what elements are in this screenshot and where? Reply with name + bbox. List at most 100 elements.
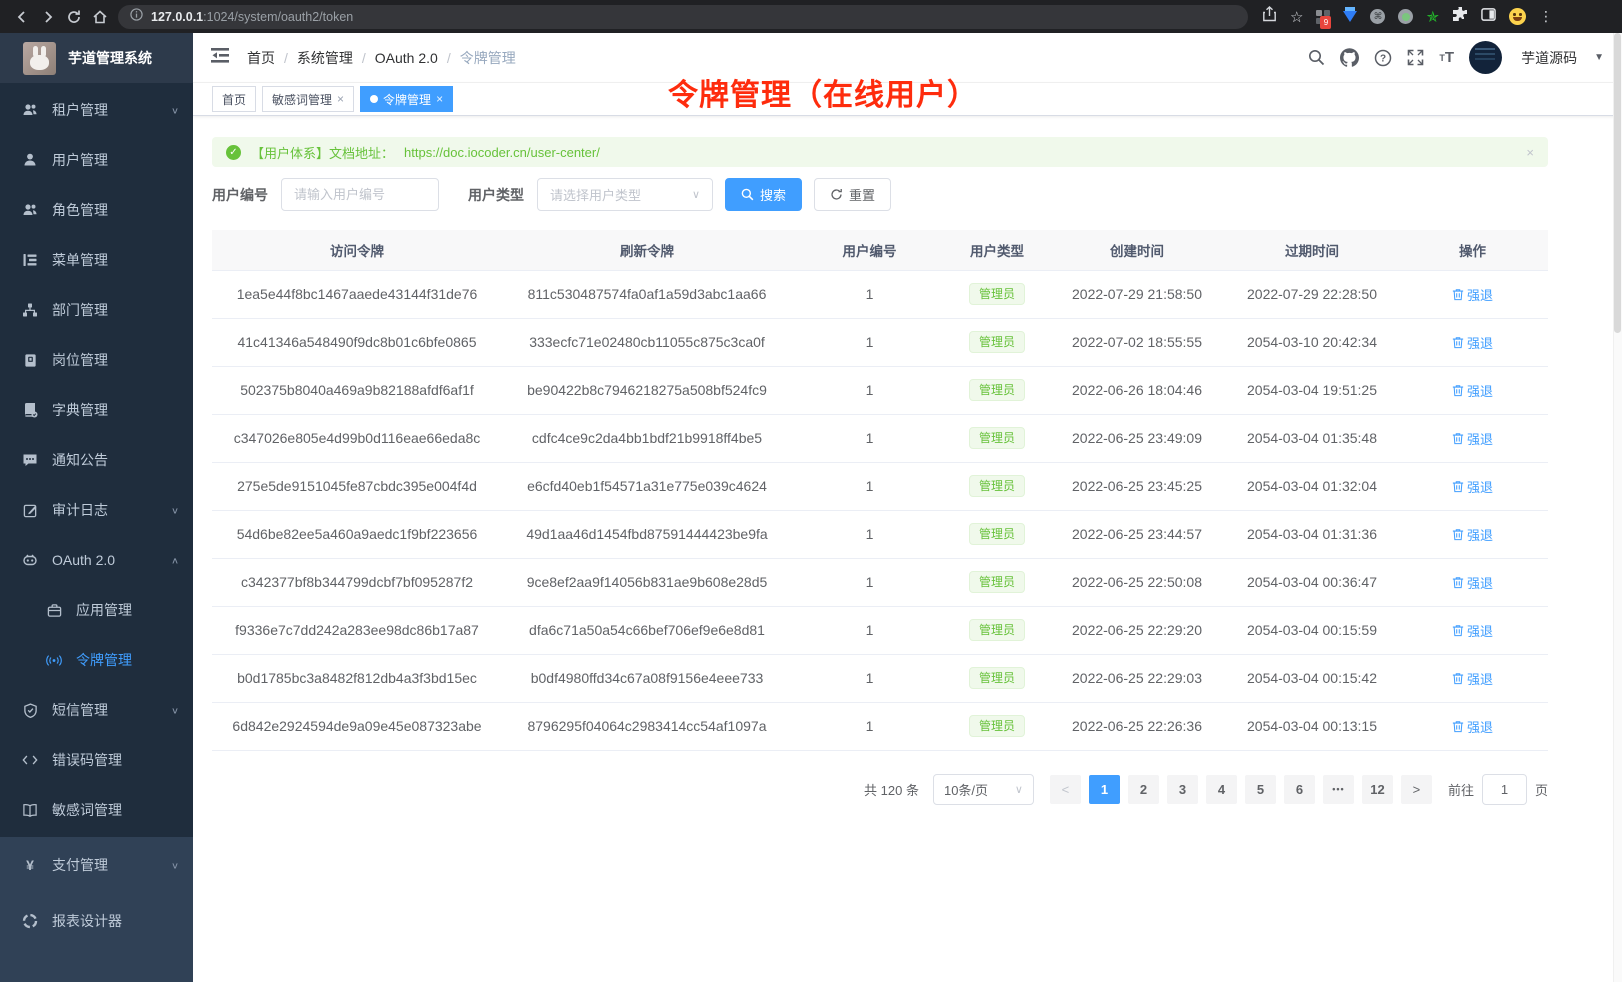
gem-extension-icon[interactable] — [1343, 11, 1357, 22]
success-check-icon: ✓ — [226, 145, 241, 160]
chevron-down-icon: ∨ — [1015, 783, 1023, 796]
chevron-down-icon: ∨ — [692, 188, 700, 201]
sidebar-item-dept[interactable]: 部门管理 — [0, 285, 193, 335]
col-created: 创建时间 — [1047, 230, 1227, 270]
app-logo-band[interactable]: 芋道管理系统 — [0, 33, 193, 83]
goto-page-input[interactable] — [1482, 774, 1527, 805]
user-caret-down-icon[interactable]: ▼ — [1594, 52, 1604, 63]
sidebar-item-role[interactable]: 角色管理 — [0, 185, 193, 235]
back-icon[interactable] — [14, 9, 30, 25]
user-id-input[interactable] — [281, 178, 439, 211]
sidebar-item-dict[interactable]: 字典管理 — [0, 385, 193, 435]
sidebar-item-label: 用户管理 — [52, 150, 108, 170]
address-bar[interactable]: 127.0.0.1:1024/system/oauth2/token — [118, 5, 1248, 29]
force-logout-button[interactable]: 强退 — [1452, 525, 1493, 544]
page-button-3[interactable]: 3 — [1167, 775, 1198, 804]
sidebar-item-pay[interactable]: ¥ 支付管理 ∨ — [0, 837, 193, 893]
page-button-2[interactable]: 2 — [1128, 775, 1159, 804]
doc-link[interactable]: https://doc.iocoder.cn/user-center/ — [404, 145, 600, 160]
sidebar-item-sms[interactable]: 短信管理 ∨ — [0, 685, 193, 735]
sidebar-item-oauth-token[interactable]: 令牌管理 — [0, 635, 193, 685]
page-button-12[interactable]: 12 — [1362, 775, 1393, 804]
username[interactable]: 芋道源码 — [1521, 48, 1577, 68]
page-button-6[interactable]: 6 — [1284, 775, 1315, 804]
sidebar-item-error-code[interactable]: 错误码管理 — [0, 735, 193, 785]
search-icon[interactable] — [1308, 49, 1325, 66]
menu-kebab-icon[interactable]: ⋮ — [1539, 8, 1553, 25]
close-icon[interactable]: × — [436, 92, 443, 106]
sidebar-item-post[interactable]: 岗位管理 — [0, 335, 193, 385]
user-avatar[interactable] — [1469, 41, 1502, 74]
user-type-select[interactable]: 请选择用户类型 ∨ — [537, 178, 713, 211]
force-logout-button[interactable]: 强退 — [1452, 285, 1493, 304]
post-badge-icon — [22, 352, 38, 368]
tab-home[interactable]: 首页 — [212, 86, 256, 112]
breadcrumb-oauth[interactable]: OAuth 2.0 — [375, 50, 438, 66]
breadcrumb-home[interactable]: 首页 — [247, 48, 275, 68]
puzzle-extensions-icon[interactable] — [1452, 6, 1468, 27]
recorder-extension-icon[interactable] — [1398, 9, 1413, 24]
sidebar-item-sensitive-word[interactable]: 敏感词管理 — [0, 785, 193, 835]
force-logout-button[interactable]: 强退 — [1452, 333, 1493, 352]
sidebar-item-report-designer[interactable]: 报表设计器 — [0, 893, 193, 949]
home-icon[interactable] — [92, 9, 108, 25]
bookmark-star-icon[interactable]: ☆ — [1290, 8, 1303, 26]
user-type-badge: 管理员 — [969, 331, 1025, 353]
tab-token[interactable]: 令牌管理× — [360, 86, 453, 112]
force-logout-button[interactable]: 强退 — [1452, 477, 1493, 496]
extension-grid-icon[interactable]: 9 — [1316, 10, 1330, 24]
help-icon[interactable]: ? — [1374, 49, 1392, 67]
share-icon[interactable] — [1262, 6, 1277, 27]
force-logout-button[interactable]: 强退 — [1452, 717, 1493, 736]
next-page-button[interactable]: > — [1401, 775, 1432, 804]
tab-sensitive-word[interactable]: 敏感词管理× — [262, 86, 354, 112]
sidebar-item-user[interactable]: 用户管理 — [0, 135, 193, 185]
col-user-type: 用户类型 — [947, 230, 1047, 270]
green-star-extension-icon[interactable]: ✯ — [1426, 8, 1439, 26]
breadcrumb-system[interactable]: 系统管理 — [297, 48, 353, 68]
sidebar-item-label: 通知公告 — [52, 450, 108, 470]
search-button[interactable]: 搜索 — [725, 178, 802, 211]
page-size-select[interactable]: 10条/页 ∨ — [933, 774, 1034, 805]
fullscreen-icon[interactable] — [1407, 49, 1424, 66]
dictionary-book-icon — [22, 402, 38, 418]
page-scrollbar[interactable] — [1613, 33, 1622, 982]
chevron-down-icon: ∨ — [171, 860, 179, 870]
reset-button[interactable]: 重置 — [814, 178, 891, 211]
alert-close-icon[interactable]: × — [1526, 145, 1534, 160]
table-header-row: 访问令牌 刷新令牌 用户编号 用户类型 创建时间 过期时间 操作 — [212, 230, 1548, 270]
side-panel-icon[interactable] — [1481, 7, 1496, 27]
command-extension-icon[interactable]: ⌘ — [1370, 9, 1385, 24]
user-icon — [22, 152, 38, 168]
sidebar-item-oauth-apps[interactable]: 应用管理 — [0, 585, 193, 635]
goto-unit: 页 — [1535, 780, 1548, 799]
sidebar-item-tenant[interactable]: 租户管理 ∨ — [0, 85, 193, 135]
profile-avatar-icon[interactable] — [1509, 8, 1526, 25]
page-button-5[interactable]: 5 — [1245, 775, 1276, 804]
page-button-4[interactable]: 4 — [1206, 775, 1237, 804]
force-logout-button[interactable]: 强退 — [1452, 621, 1493, 640]
page-button-1[interactable]: 1 — [1089, 775, 1120, 804]
hamburger-fold-icon[interactable] — [211, 48, 229, 68]
site-info-icon[interactable] — [130, 8, 143, 26]
forward-icon[interactable] — [40, 9, 56, 25]
close-icon[interactable]: × — [337, 92, 344, 106]
sidebar-item-audit-log[interactable]: 审计日志 ∨ — [0, 485, 193, 535]
font-size-icon[interactable]: TT — [1439, 49, 1454, 66]
reload-icon[interactable] — [66, 9, 82, 25]
force-logout-button[interactable]: 强退 — [1452, 669, 1493, 688]
sidebar-item-notice[interactable]: 通知公告 — [0, 435, 193, 485]
more-pages-button[interactable]: ••• — [1323, 775, 1354, 804]
github-icon[interactable] — [1340, 48, 1359, 67]
breadcrumb: 首页 / 系统管理 / OAuth 2.0 / 令牌管理 — [247, 48, 516, 68]
total-count: 共 120 条 — [864, 780, 919, 799]
sidebar: 芋道管理系统 租户管理 ∨ 用户管理 角色管理 菜单管理 部门管理 岗位管理 — [0, 33, 193, 982]
chevron-down-icon: ∨ — [171, 105, 179, 115]
sidebar-item-menu[interactable]: 菜单管理 — [0, 235, 193, 285]
prev-page-button[interactable]: < — [1050, 775, 1081, 804]
force-logout-button[interactable]: 强退 — [1452, 573, 1493, 592]
sidebar-item-oauth[interactable]: OAuth 2.0 ∧ — [0, 535, 193, 585]
force-logout-button[interactable]: 强退 — [1452, 381, 1493, 400]
force-logout-button[interactable]: 强退 — [1452, 429, 1493, 448]
app-logo — [23, 42, 56, 75]
